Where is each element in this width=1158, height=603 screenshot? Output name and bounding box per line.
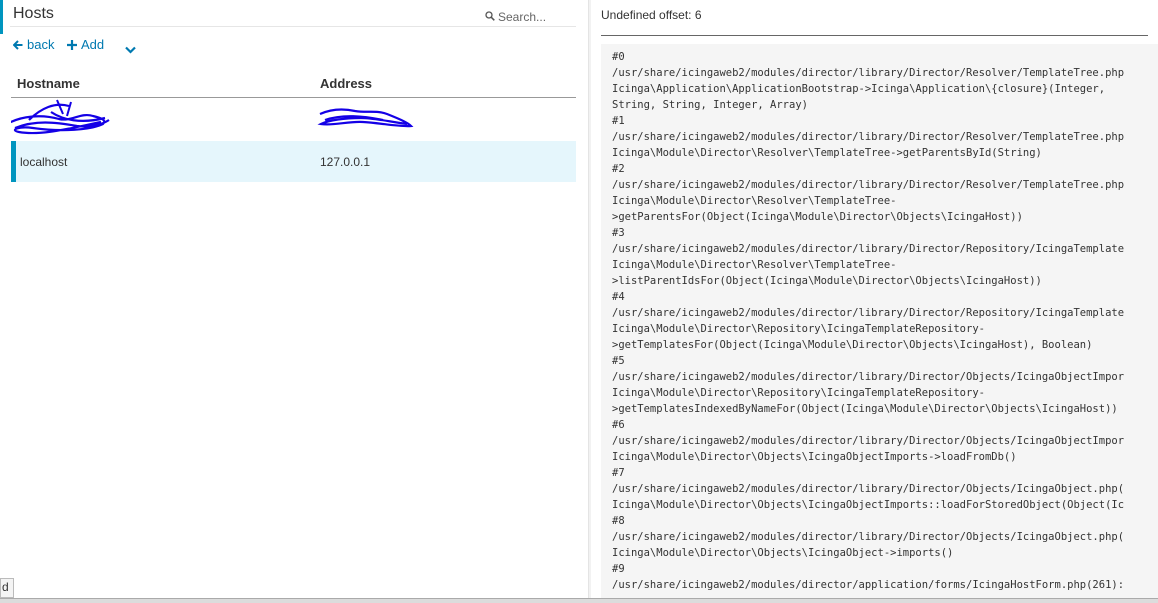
header-divider <box>10 26 576 27</box>
trace-line: String, String, Integer, Array) <box>612 99 808 111</box>
trace-line: Icinga\Module\Director\Objects\IcingaObj… <box>612 499 1125 511</box>
selection-marker <box>11 141 16 182</box>
trace-line: /usr/share/icingaweb2/modules/director/l… <box>612 307 1125 319</box>
trace-line: Icinga\Module\Director\Objects\IcingaObj… <box>612 451 1017 463</box>
trace-line: /usr/share/icingaweb2/modules/director/l… <box>612 435 1125 447</box>
search-placeholder: Search... <box>498 10 547 24</box>
stack-trace: #0/usr/share/icingaweb2/modules/director… <box>601 44 1158 602</box>
hostname-cell: localhost <box>20 155 68 169</box>
error-pane: Undefined offset: 6 #0/usr/share/icingaw… <box>591 0 1158 602</box>
column-header-address[interactable]: Address <box>320 76 372 91</box>
trace-line: #2 <box>612 163 625 175</box>
table-row[interactable] <box>11 98 576 140</box>
add-button[interactable]: Add <box>67 37 104 52</box>
trace-line: #6 <box>612 419 625 431</box>
address-cell: 127.0.0.1 <box>320 155 371 169</box>
trace-line: Icinga\Module\Director\Resolver\Template… <box>612 147 1042 159</box>
trace-line: /usr/share/icingaweb2/modules/director/l… <box>612 179 1125 191</box>
trace-line: /usr/share/icingaweb2/modules/director/l… <box>612 483 1125 495</box>
trace-line: #5 <box>612 355 625 367</box>
trace-line: /usr/share/icingaweb2/modules/director/l… <box>612 243 1125 255</box>
more-actions-dropdown[interactable] <box>125 41 136 59</box>
trace-line: #8 <box>612 515 625 527</box>
pane-accent-bar <box>0 0 3 34</box>
trace-line: >getTemplatesIndexedByNameFor(Object(Ici… <box>612 403 1118 415</box>
arrow-left-icon <box>13 39 23 50</box>
table-row-selected[interactable]: localhost 127.0.0.1 <box>11 141 576 182</box>
search-icon <box>485 11 495 21</box>
trace-line: #1 <box>612 115 625 127</box>
add-label: Add <box>81 37 105 52</box>
trace-line: Icinga\Module\Director\Repository\Icinga… <box>612 387 985 399</box>
trace-line: Icinga\Module\Director\Resolver\Template… <box>612 195 897 207</box>
trace-line: /usr/share/icingaweb2/modules/director/l… <box>612 371 1125 383</box>
trace-line: Icinga\Module\Director\Objects\IcingaObj… <box>612 547 954 559</box>
error-title-rule <box>601 35 1148 36</box>
plus-icon <box>67 39 77 50</box>
trace-line: /usr/share/icingaweb2/modules/director/l… <box>612 131 1125 143</box>
corner-tab[interactable]: d <box>0 578 14 598</box>
trace-line: #7 <box>612 467 625 479</box>
trace-line: Icinga\Application\ApplicationBootstrap-… <box>612 83 1106 95</box>
hosts-pane: Hosts Search... back Add Hostname Addres… <box>0 0 590 602</box>
trace-line: Icinga\Module\Director\Repository\Icinga… <box>612 323 985 335</box>
trace-line: Icinga\Module\Director\Resolver\Template… <box>612 259 897 271</box>
taskbar-strip <box>0 598 1158 603</box>
trace-line: #0 <box>612 51 625 63</box>
trace-line: #9 <box>612 563 625 575</box>
page-title: Hosts <box>13 5 54 22</box>
chevron-down-icon <box>125 46 136 54</box>
error-title: Undefined offset: 6 <box>601 8 702 22</box>
column-header-hostname[interactable]: Hostname <box>17 76 80 91</box>
search-input[interactable]: Search... <box>484 8 576 27</box>
trace-line: /usr/share/icingaweb2/modules/director/a… <box>612 579 1125 591</box>
trace-line: /usr/share/icingaweb2/modules/director/l… <box>612 531 1125 543</box>
trace-line: #4 <box>612 291 625 303</box>
trace-line: >getParentsFor(Object(Icinga\Module\Dire… <box>612 211 1023 223</box>
trace-line: >listParentIdsFor(Object(Icinga\Module\D… <box>612 275 1042 287</box>
back-button[interactable]: back <box>13 37 54 52</box>
trace-line: /usr/share/icingaweb2/modules/director/l… <box>612 67 1125 79</box>
back-label: back <box>27 37 55 52</box>
trace-line: >getTemplatesFor(Object(Icinga\Module\Di… <box>612 339 1093 351</box>
trace-line: #3 <box>612 227 625 239</box>
redaction-scribble <box>11 99 414 135</box>
